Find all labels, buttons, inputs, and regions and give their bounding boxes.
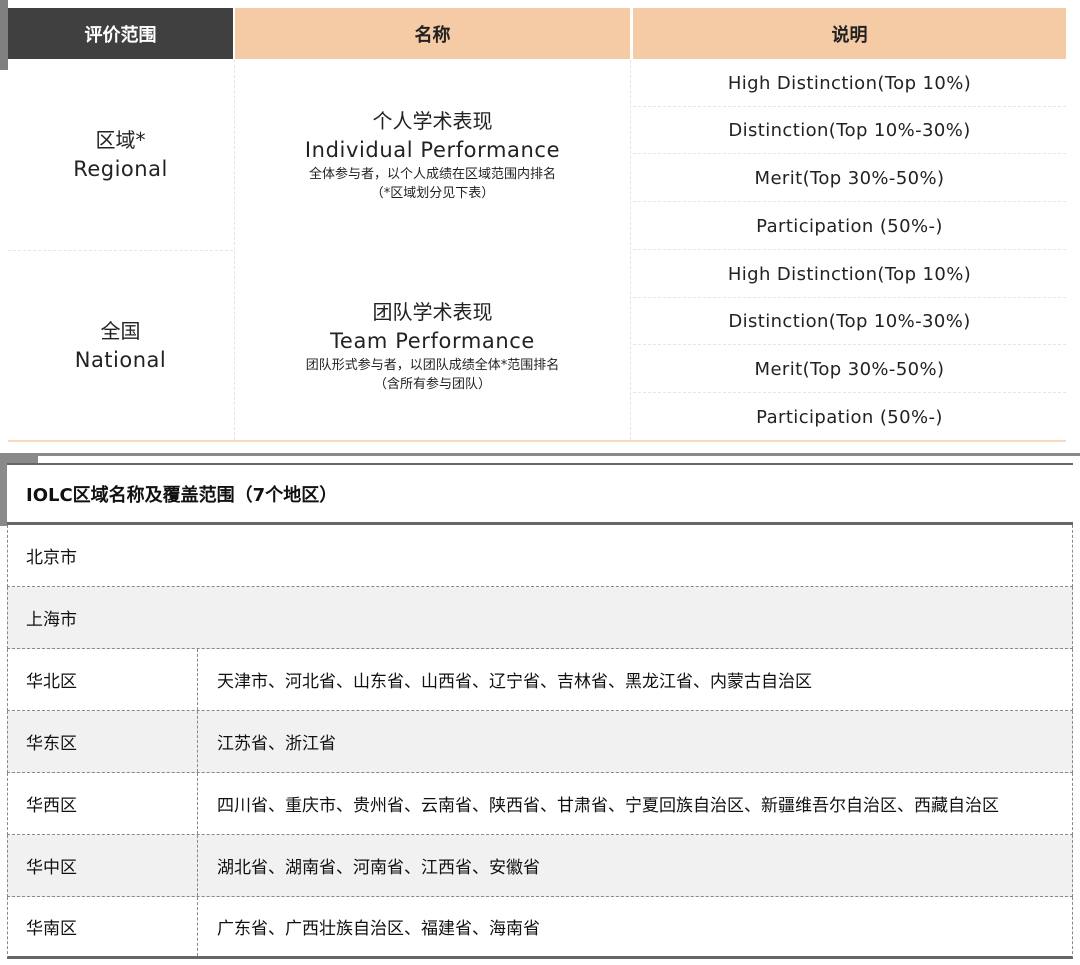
region-name: 北京市	[8, 525, 77, 586]
region-name: 上海市	[8, 587, 77, 648]
region-coverage: 广东省、广西壮族自治区、福建省、海南省	[197, 897, 1072, 956]
scope-cell-regional: 区域* Regional	[8, 60, 233, 250]
region-name: 华北区	[8, 649, 197, 710]
table-row: 华北区 天津市、河北省、山东省、山西省、辽宁省、吉林省、黑龙江省、内蒙古自治区	[7, 649, 1073, 711]
region-table-title: IOLC区域名称及覆盖范围（7个地区）	[7, 463, 1073, 525]
name-note: 团队形式参与者，以团队成绩全体*范围排名	[306, 356, 560, 375]
level-distinction: Distinction(Top 10%-30%)	[633, 107, 1066, 154]
region-coverage: 天津市、河北省、山东省、山西省、辽宁省、吉林省、黑龙江省、内蒙古自治区	[197, 649, 1072, 710]
level-high-distinction: High Distinction(Top 10%)	[633, 60, 1066, 107]
table-row: 华东区 江苏省、浙江省	[7, 711, 1073, 773]
level-distinction: Distinction(Top 10%-30%)	[633, 298, 1066, 345]
scope-zh: 全国	[101, 317, 141, 345]
frame-side-bar	[0, 456, 7, 526]
name-note: （含所有参与团队）	[374, 375, 491, 394]
table-row: 华中区 湖北省、湖南省、河南省、江西省、安徽省	[7, 835, 1073, 897]
region-name: 华南区	[8, 897, 197, 956]
table-row: 上海市	[7, 587, 1073, 649]
name-en: Individual Performance	[305, 135, 560, 165]
region-name: 华中区	[8, 835, 197, 896]
level-merit: Merit(Top 30%-50%)	[633, 155, 1066, 202]
table-bottom-rule	[8, 440, 1066, 442]
name-cell-individual: 个人学术表现 Individual Performance 全体参与者，以个人成…	[234, 60, 631, 250]
name-note: （*区域划分见下表）	[371, 184, 495, 203]
name-zh: 团队学术表现	[373, 298, 493, 326]
corner-decoration	[0, 0, 8, 70]
name-note: 全体参与者，以个人成绩在区域范围内排名	[309, 165, 556, 184]
name-zh: 个人学术表现	[373, 107, 493, 135]
name-en: Team Performance	[330, 326, 535, 356]
header-scope: 评价范围	[8, 8, 233, 59]
region-coverage: 四川省、重庆市、贵州省、云南省、陕西省、甘肃省、宁夏回族自治区、新疆维吾尔自治区…	[197, 773, 1072, 834]
level-participation: Participation (50%-)	[633, 203, 1066, 250]
header-name: 名称	[235, 8, 630, 59]
scope-en: National	[75, 345, 167, 375]
table-row: 华西区 四川省、重庆市、贵州省、云南省、陕西省、甘肃省、宁夏回族自治区、新疆维吾…	[7, 773, 1073, 835]
level-merit: Merit(Top 30%-50%)	[633, 346, 1066, 393]
name-cell-team: 团队学术表现 Team Performance 团队形式参与者，以团队成绩全体*…	[234, 251, 631, 440]
region-coverage: 江苏省、浙江省	[197, 711, 1072, 772]
table-row: 北京市	[7, 525, 1073, 587]
region-table: 北京市 上海市 华北区 天津市、河北省、山东省、山西省、辽宁省、吉林省、黑龙江省…	[7, 525, 1073, 959]
header-description: 说明	[633, 8, 1066, 59]
frame-top-bar	[0, 453, 1080, 456]
scope-en: Regional	[73, 154, 168, 184]
region-coverage: 湖北省、湖南省、河南省、江西省、安徽省	[197, 835, 1072, 896]
scope-cell-national: 全国 National	[8, 251, 233, 440]
table-row: 华南区 广东省、广西壮族自治区、福建省、海南省	[7, 897, 1073, 959]
region-name: 华西区	[8, 773, 197, 834]
region-name: 华东区	[8, 711, 197, 772]
level-participation: Participation (50%-)	[633, 394, 1066, 441]
scope-zh: 区域*	[96, 126, 146, 154]
level-high-distinction: High Distinction(Top 10%)	[633, 251, 1066, 298]
